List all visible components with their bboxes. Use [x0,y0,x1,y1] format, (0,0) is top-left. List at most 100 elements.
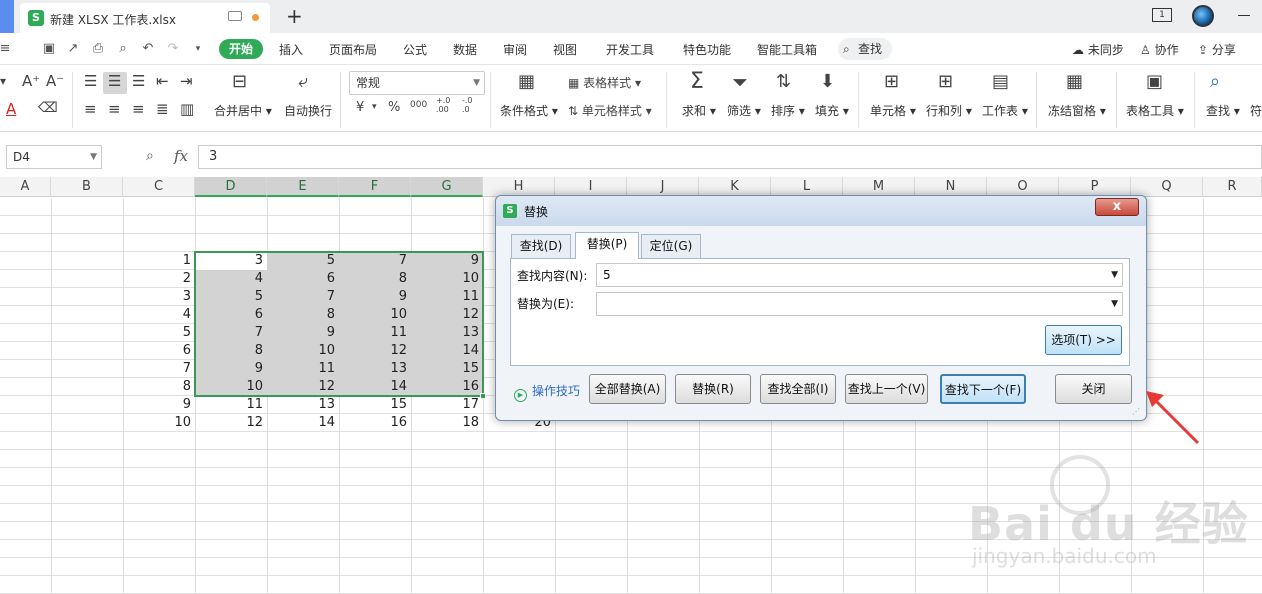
filter-icon[interactable]: ⏷ [732,72,748,92]
find-next-button[interactable]: 查找下一个(F) [940,374,1026,404]
col-header-b[interactable]: B [51,177,123,197]
sum-icon[interactable]: Σ [690,71,704,93]
cell-style-button[interactable]: ⇅ 单元格样式 ▾ [568,102,652,119]
preview-icon[interactable]: ⌕ [116,42,130,56]
menu-home[interactable]: 开始 [219,39,263,59]
minimize-icon[interactable] [1238,15,1250,16]
replace-all-button[interactable]: 全部替换(A) [589,374,666,404]
col-header-a[interactable]: A [0,177,51,197]
replace-with-input[interactable]: ▼ [596,292,1123,316]
find-icon[interactable]: ⌕ [1210,72,1220,92]
col-header-h[interactable]: H [483,177,555,197]
align-left-icon[interactable]: ≡ [84,100,97,118]
save-icon[interactable]: ▣ [42,42,56,56]
tips-link[interactable]: ▶ 操作技巧 [514,382,580,402]
col-header-m[interactable]: M [843,177,915,197]
symbol-button[interactable]: 符 [1250,102,1262,119]
align-middle-icon[interactable]: ☰ [108,72,121,90]
col-header-r[interactable]: R [1203,177,1262,197]
find-button[interactable]: 查找 ▾ [1206,102,1240,119]
cell-d10[interactable]: 12 [195,414,267,432]
thousands-icon[interactable]: 000 [410,100,427,110]
cell-c1[interactable]: 1 [123,252,195,270]
increase-font-icon[interactable]: A⁺ [22,72,40,90]
menu-page-layout[interactable]: 页面布局 [329,41,377,58]
col-header-g[interactable]: G [411,177,483,197]
currency-dropdown-icon[interactable]: ▾ [372,102,377,112]
freeze-panes-icon[interactable]: ▦ [1066,72,1083,92]
align-top-icon[interactable]: ☰ [84,72,97,90]
cell-c8[interactable]: 8 [123,378,195,396]
chevron-down-icon[interactable]: ▼ [1111,264,1118,286]
find-all-button[interactable]: 查找全部(I) [760,374,836,404]
wrap-text-button[interactable]: 自动换行 [284,102,332,119]
replace-button[interactable]: 替换(R) [675,374,751,404]
cell-button[interactable]: 单元格 ▾ [870,102,916,119]
cell-f10[interactable]: 16 [339,414,411,432]
cell-g10[interactable]: 18 [411,414,483,432]
freeze-panes-button[interactable]: 冻结窗格 ▾ [1048,102,1106,119]
menu-formula[interactable]: 公式 [403,41,427,58]
share-button[interactable]: ⇪ 分享 [1198,41,1236,58]
fx-icon[interactable]: fx [174,147,188,165]
align-bottom-icon[interactable]: ☰ [132,72,145,90]
col-header-d[interactable]: D [195,177,267,197]
col-header-k[interactable]: K [699,177,771,197]
col-header-n[interactable]: N [915,177,987,197]
number-format-select[interactable]: 常规 ▼ [349,71,485,95]
tab-find[interactable]: 查找(D) [511,234,571,258]
currency-icon[interactable]: ¥ [356,100,364,115]
col-header-p[interactable]: P [1059,177,1131,197]
menu-review[interactable]: 审阅 [503,41,527,58]
window-count-icon[interactable]: 1 [1152,8,1172,22]
col-header-i[interactable]: I [555,177,627,197]
sync-status[interactable]: ☁ 未同步 [1072,41,1124,58]
menu-developer[interactable]: 开发工具 [606,41,654,58]
cell-d9[interactable]: 11 [195,396,267,414]
cell-c3[interactable]: 3 [123,288,195,306]
cell-icon[interactable]: ⊞ [884,72,899,92]
cell-c7[interactable]: 7 [123,360,195,378]
rowcol-button[interactable]: 行和列 ▾ [926,102,972,119]
redo-icon[interactable]: ↷ [166,42,180,56]
col-header-f[interactable]: F [339,177,411,197]
zoom-icon[interactable]: ⌕ [146,148,154,164]
undo-icon[interactable]: ↶ [141,42,155,56]
cell-e10[interactable]: 14 [267,414,339,432]
rowcol-icon[interactable]: ⊞ [938,72,953,92]
chevron-down-icon[interactable]: ▼ [1111,293,1118,315]
fill-icon[interactable]: ⬇ [820,72,835,92]
menu-insert[interactable]: 插入 [279,41,303,58]
find-what-input[interactable]: 5 ▼ [596,263,1123,287]
cell-e9[interactable]: 13 [267,396,339,414]
cell-c10[interactable]: 10 [123,414,195,432]
justify-icon[interactable]: ≣ [156,100,169,118]
cell-c6[interactable]: 6 [123,342,195,360]
close-button[interactable]: 关闭 [1055,374,1132,404]
tab-goto[interactable]: 定位(G) [641,234,701,258]
cell-c2[interactable]: 2 [123,270,195,288]
conditional-format-icon[interactable]: ▦ [518,72,535,92]
clear-format-icon[interactable]: ⌫ [38,100,58,116]
export-icon[interactable]: ↗ [66,42,80,56]
fill-handle[interactable] [480,393,486,399]
align-right-icon[interactable]: ≡ [132,100,145,118]
name-box[interactable]: D4 ▼ [6,145,102,169]
collaborate-button[interactable]: ♙ 协作 [1140,41,1179,58]
cell-c4[interactable]: 4 [123,306,195,324]
menu-features[interactable]: 特色功能 [683,41,731,58]
merge-center-icon[interactable]: ⊟ [232,72,247,92]
menu-icon[interactable]: ≡ [0,42,12,56]
cell-f9[interactable]: 15 [339,396,411,414]
table-tools-button[interactable]: 表格工具 ▾ [1126,102,1184,119]
document-tab[interactable]: S 新建 XLSX 工作表.xlsx [20,3,270,33]
col-header-l[interactable]: L [771,177,843,197]
decrease-decimal-icon[interactable]: -.0 .0 [462,96,473,114]
sort-icon[interactable]: ⇅ [776,72,791,92]
sort-button[interactable]: 排序 ▾ [771,102,805,119]
col-header-j[interactable]: J [627,177,699,197]
print-icon[interactable]: ⎙ [91,42,105,56]
worksheet-icon[interactable]: ▤ [992,72,1009,92]
conditional-format-button[interactable]: 条件格式 ▾ [500,102,558,119]
col-header-e[interactable]: E [267,177,339,197]
